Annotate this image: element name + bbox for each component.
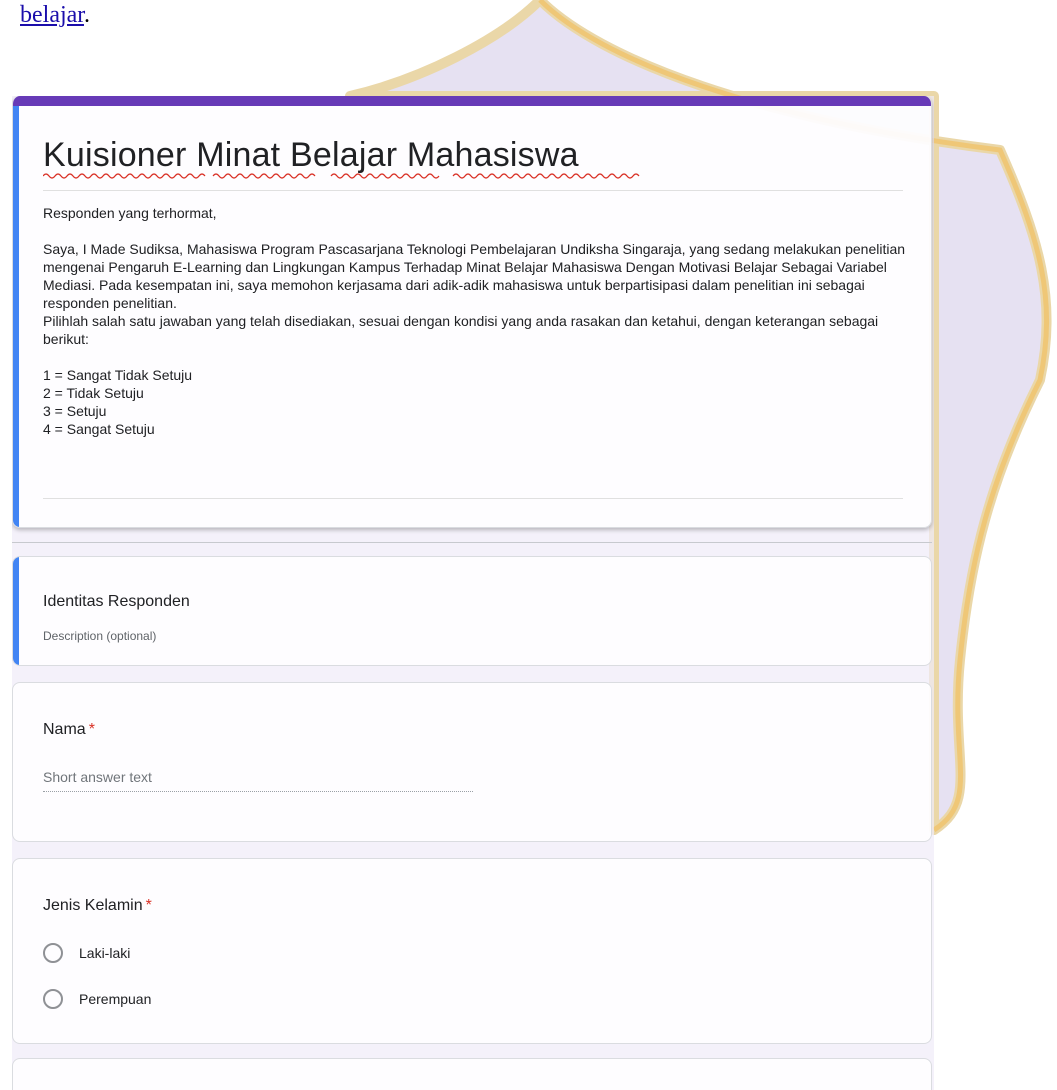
section-accent-bar — [13, 557, 19, 665]
next-question-card[interactable] — [12, 1058, 932, 1090]
radio-option-perempuan[interactable]: Perempuan — [43, 989, 151, 1009]
radio-button[interactable] — [43, 943, 63, 963]
required-asterisk: * — [145, 897, 152, 914]
radio-option-label: Laki-laki — [79, 945, 131, 961]
scale-item: 3 = Setuju — [43, 403, 107, 419]
form-description[interactable]: Responden yang terhormat, Saya, I Made S… — [43, 204, 909, 438]
form-title[interactable]: Kuisioner Minat Belajar Mahasiswa — [43, 136, 579, 175]
question-title-text: Jenis Kelamin — [43, 897, 143, 914]
scale-item: 1 = Sangat Tidak Setuju — [43, 367, 193, 383]
description-greeting: Responden yang terhormat, — [43, 205, 217, 221]
spellcheck-underline — [43, 173, 640, 179]
description-blank-line — [43, 222, 909, 240]
form-title-card[interactable]: Kuisioner Minat Belajar Mahasiswa Respon… — [12, 96, 932, 528]
document-period: . — [83, 2, 90, 28]
theme-stripe — [13, 96, 931, 106]
required-asterisk: * — [88, 721, 95, 738]
question-title: Nama * — [43, 721, 95, 739]
description-blank-line — [43, 348, 909, 366]
description-paragraph-1: Saya, I Made Sudiksa, Mahasiswa Program … — [43, 241, 906, 311]
section-title[interactable]: Identitas Responden — [43, 593, 190, 611]
google-form-screenshot: Kuisioner Minat Belajar Mahasiswa Respon… — [12, 96, 934, 1090]
description-paragraph-2: Pilihlah salah satu jawaban yang telah d… — [43, 313, 879, 347]
scale-item: 4 = Sangat Setuju — [43, 421, 155, 437]
document-text: belajar. — [20, 2, 90, 29]
description-divider — [43, 498, 903, 499]
active-card-indicator — [13, 106, 19, 527]
radio-button[interactable] — [43, 989, 63, 1009]
header-separator — [12, 542, 932, 543]
section-description-field[interactable]: Description (optional) — [43, 629, 156, 643]
title-divider — [43, 190, 903, 191]
document-link[interactable]: belajar — [20, 2, 84, 28]
section-header-card[interactable]: Identitas Responden Description (optiona… — [12, 556, 932, 666]
radio-option-label: Perempuan — [79, 991, 152, 1007]
question-card-jenis-kelamin[interactable]: Jenis Kelamin * Laki-laki Perempuan — [12, 858, 932, 1044]
question-title: Jenis Kelamin * — [43, 897, 152, 915]
question-card-nama[interactable]: Nama * Short answer text — [12, 682, 932, 842]
scale-item: 2 = Tidak Setuju — [43, 385, 144, 401]
radio-option-laki-laki[interactable]: Laki-laki — [43, 943, 130, 963]
short-answer-field[interactable]: Short answer text — [43, 769, 473, 792]
question-title-text: Nama — [43, 721, 86, 738]
